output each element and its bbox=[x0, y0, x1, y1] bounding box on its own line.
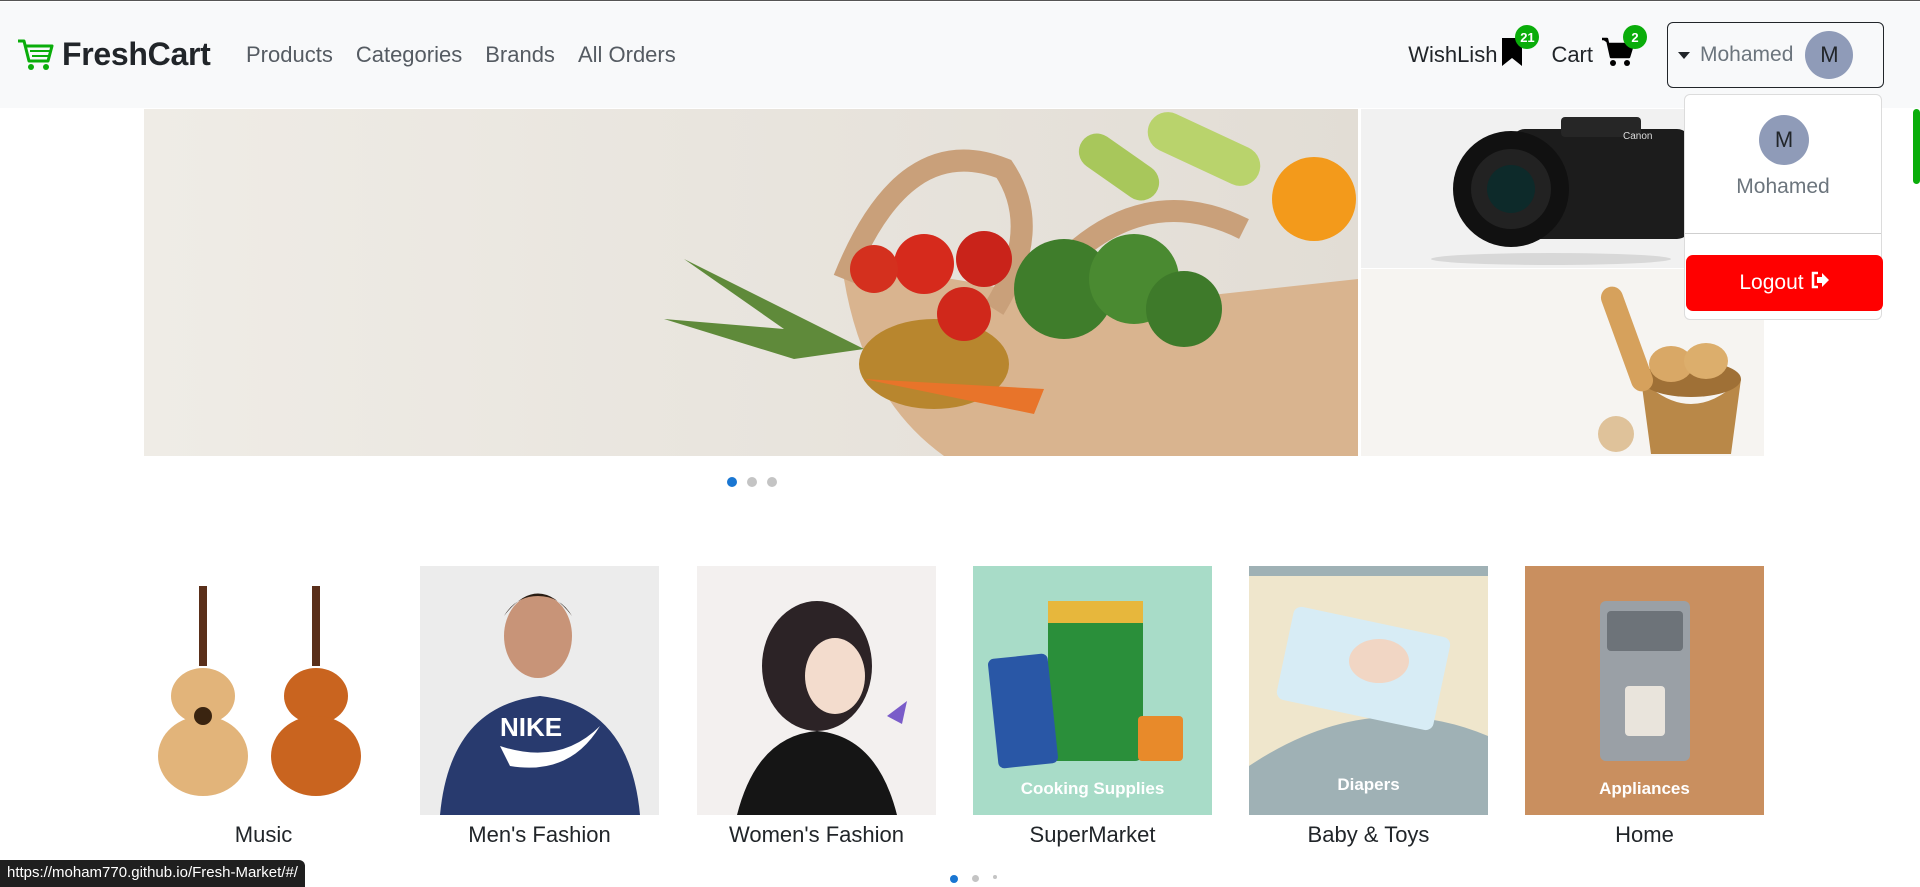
logout-label: Logout bbox=[1739, 271, 1804, 294]
wishlist-label: WishLish bbox=[1408, 42, 1498, 67]
category-image bbox=[144, 566, 383, 815]
category-image bbox=[697, 566, 936, 815]
brand-logo[interactable]: FreshCart bbox=[16, 36, 211, 73]
cart-icon bbox=[16, 37, 54, 73]
category-overlay-text: Cooking Supplies bbox=[1020, 779, 1165, 798]
wishlist-link[interactable]: WishLish 21 bbox=[1408, 25, 1540, 73]
category-card-home[interactable]: Appliances Home bbox=[1525, 566, 1764, 848]
pagination-dot-3[interactable] bbox=[993, 875, 997, 879]
category-label: Music bbox=[234, 822, 293, 847]
cart-link[interactable]: Cart 2 bbox=[1551, 25, 1647, 73]
pagination-dot-2[interactable] bbox=[747, 477, 757, 487]
pagination-dot-2[interactable] bbox=[972, 875, 979, 882]
category-label: Home bbox=[1615, 822, 1674, 847]
category-image: NIKE bbox=[420, 566, 659, 815]
hero-pagination bbox=[727, 477, 777, 487]
scrollbar-thumb[interactable] bbox=[1913, 109, 1920, 184]
category-label: SuperMarket bbox=[1029, 822, 1156, 847]
sign-out-icon bbox=[1810, 271, 1830, 295]
category-label: Men's Fashion bbox=[468, 822, 611, 847]
category-image: Cooking Supplies bbox=[973, 566, 1212, 815]
svg-text:Canon: Canon bbox=[1623, 131, 1652, 142]
nav-brands[interactable]: Brands bbox=[485, 42, 555, 68]
category-card-womens-fashion[interactable]: Women's Fashion bbox=[697, 566, 936, 848]
wishlist-count-badge: 21 bbox=[1515, 25, 1540, 49]
category-card-baby-toys[interactable]: Diapers Baby & Toys bbox=[1249, 566, 1488, 848]
nav-products[interactable]: Products bbox=[246, 42, 333, 68]
category-pagination bbox=[950, 875, 997, 883]
user-menu-toggle[interactable]: Mohamed M bbox=[1667, 22, 1884, 88]
hero-slide-image[interactable] bbox=[144, 109, 1358, 456]
pagination-dot-3[interactable] bbox=[767, 477, 777, 487]
pagination-dot-1[interactable] bbox=[727, 477, 737, 487]
category-label: Women's Fashion bbox=[729, 822, 904, 847]
navbar: FreshCart Products Categories Brands All… bbox=[0, 2, 1920, 108]
pagination-dot-1[interactable] bbox=[950, 875, 958, 883]
bookmark-icon: 21 bbox=[1501, 25, 1540, 73]
category-image: Diapers bbox=[1249, 566, 1488, 815]
dropdown-divider bbox=[1685, 233, 1881, 234]
main-nav: Products Categories Brands All Orders bbox=[246, 42, 676, 68]
category-overlay-text: Diapers bbox=[1337, 775, 1400, 794]
category-image: Appliances bbox=[1525, 566, 1764, 815]
category-label: Baby & Toys bbox=[1307, 822, 1430, 847]
cart-label: Cart bbox=[1551, 42, 1593, 67]
caret-down-icon bbox=[1678, 51, 1690, 59]
nav-categories[interactable]: Categories bbox=[356, 42, 462, 68]
category-card-mens-fashion[interactable]: NIKE Men's Fashion bbox=[420, 566, 659, 848]
dropdown-avatar: M bbox=[1759, 115, 1809, 165]
category-card-music[interactable]: Music bbox=[144, 566, 383, 848]
status-bar-url: https://moham770.github.io/Fresh-Market/… bbox=[0, 860, 305, 887]
avatar: M bbox=[1805, 31, 1854, 79]
user-dropdown-menu: M Mohamed Logout bbox=[1684, 94, 1883, 320]
grocery-bag-image bbox=[144, 109, 1358, 456]
nav-all-orders[interactable]: All Orders bbox=[578, 42, 676, 68]
svg-text:NIKE: NIKE bbox=[500, 712, 562, 742]
shopping-cart-icon: 2 bbox=[1601, 25, 1647, 73]
user-nav: WishLish 21 Cart 2 Mohamed M bbox=[1408, 22, 1884, 88]
user-name: Mohamed bbox=[1700, 43, 1794, 66]
category-overlay-text: Appliances bbox=[1599, 779, 1690, 798]
dropdown-user-name: Mohamed bbox=[1736, 175, 1830, 198]
category-card-supermarket[interactable]: Cooking Supplies SuperMarket bbox=[973, 566, 1212, 848]
brand-name: FreshCart bbox=[62, 36, 211, 72]
cart-count-badge: 2 bbox=[1623, 25, 1647, 49]
logout-button[interactable]: Logout bbox=[1686, 255, 1883, 311]
